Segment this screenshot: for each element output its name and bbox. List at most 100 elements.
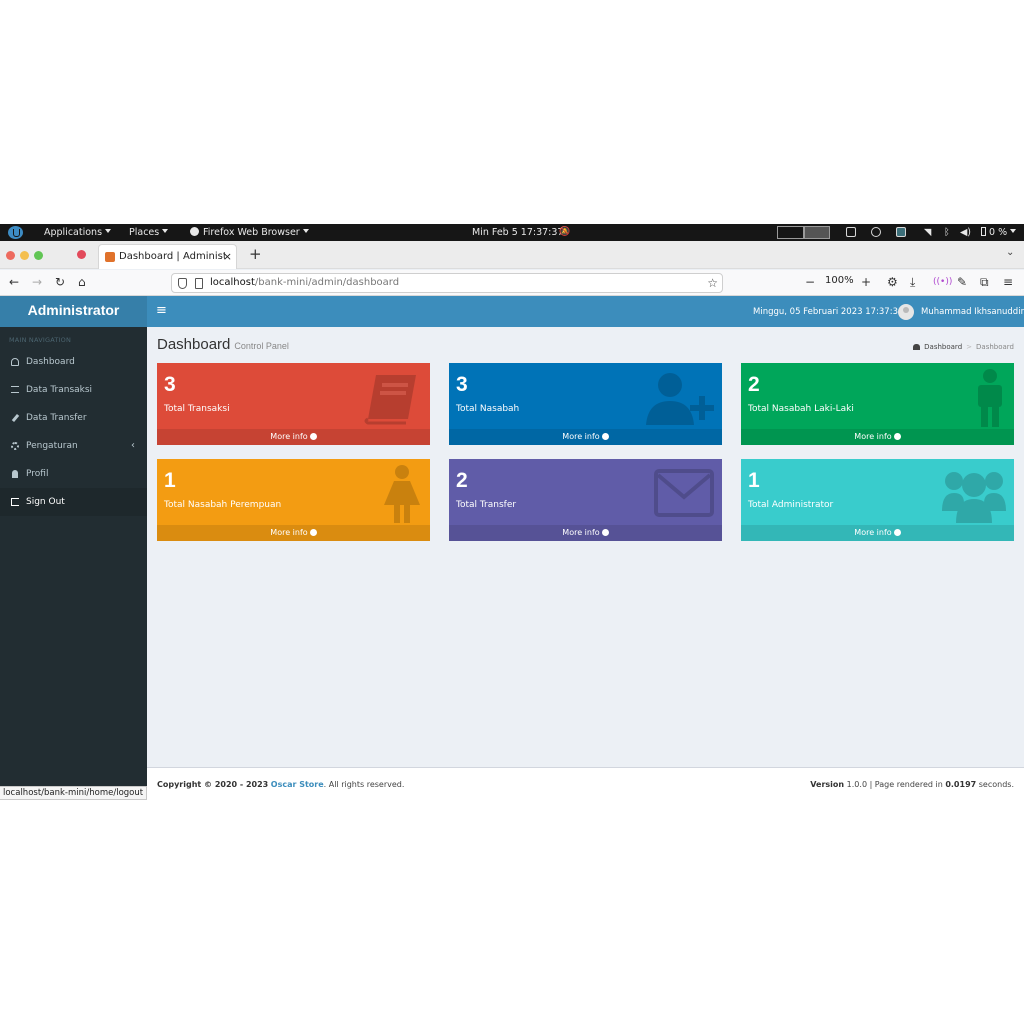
- battery-icon: [981, 227, 986, 236]
- pocket-icon[interactable]: [77, 250, 86, 259]
- window-close-icon[interactable]: [6, 251, 15, 260]
- more-info-link[interactable]: More info: [449, 525, 722, 541]
- stat-label: Total Nasabah Perempuan: [164, 500, 282, 510]
- firefox-app-menu[interactable]: Firefox Web Browser: [190, 226, 309, 239]
- main-footer: Copyright © 2020 - 2023 Oscar Store. All…: [147, 767, 1024, 800]
- sign-out-icon: [11, 498, 19, 506]
- downloads-icon[interactable]: ⤓: [910, 274, 915, 290]
- zoom-out-button[interactable]: −: [805, 274, 815, 290]
- url-bar[interactable]: localhost/bank-mini/admin/dashboard ☆: [171, 273, 723, 293]
- dashboard-icon: [913, 344, 921, 350]
- tab-title: Dashboard | Administrator: [119, 251, 225, 262]
- forward-button[interactable]: →: [32, 274, 42, 290]
- more-info-label: More info: [854, 432, 892, 441]
- clipboard-icon[interactable]: [846, 227, 856, 237]
- tab-dashboard[interactable]: Dashboard | Administrator ×: [98, 244, 237, 269]
- more-info-label: More info: [562, 432, 600, 441]
- shield-icon[interactable]: [178, 278, 187, 289]
- sidebar-item-data-transaksi[interactable]: Data Transaksi: [0, 376, 147, 404]
- sidebar-item-sign-out[interactable]: Sign Out: [0, 488, 147, 516]
- stat-count: 2: [456, 469, 468, 492]
- back-button[interactable]: ←: [9, 274, 19, 290]
- arrow-circle-right-icon: [893, 433, 901, 440]
- applications-label: Applications: [44, 227, 103, 238]
- breadcrumb: Dashboard > Dashboard: [913, 343, 1014, 351]
- bookmark-star-icon[interactable]: ☆: [707, 274, 718, 292]
- brand-link[interactable]: Oscar Store: [271, 780, 324, 789]
- sidebar-header: MAIN NAVIGATION: [9, 336, 72, 344]
- stat-count: 3: [456, 373, 468, 396]
- tab-close-icon[interactable]: ×: [223, 250, 232, 263]
- tray-app-icon[interactable]: [896, 227, 906, 237]
- sidebar-item-dashboard[interactable]: Dashboard: [0, 348, 147, 376]
- clock[interactable]: Min Feb 5 17:37:37: [472, 226, 563, 239]
- dashboard-icon: [11, 358, 19, 366]
- window-maximize-icon[interactable]: [34, 251, 43, 260]
- workspace-2[interactable]: [804, 226, 830, 239]
- browser-app-label: Firefox Web Browser: [203, 227, 300, 238]
- os-logo-icon[interactable]: [8, 226, 23, 239]
- applications-menu[interactable]: Applications: [44, 226, 112, 239]
- page-info-icon[interactable]: [195, 278, 203, 289]
- more-info-link[interactable]: More info: [741, 525, 1014, 541]
- stat-box-total-nasabah: 3 Total Nasabah More info: [449, 363, 722, 445]
- page-title-text: Dashboard: [157, 336, 231, 353]
- admin-app: Administrator ≡ Minggu, 05 Februari 2023…: [0, 296, 1024, 800]
- chevron-down-icon: [1010, 229, 1017, 233]
- window-minimize-icon[interactable]: [20, 251, 29, 260]
- more-info-link[interactable]: More info: [157, 525, 430, 541]
- wifi-icon[interactable]: ◥: [924, 226, 931, 239]
- places-menu[interactable]: Places: [129, 226, 169, 239]
- url-host: localhost: [210, 277, 255, 288]
- more-info-label: More info: [562, 528, 600, 537]
- chevron-down-icon: [302, 229, 309, 233]
- stat-box-total-nasabah-laki-laki: 2 Total Nasabah Laki-Laki More info: [741, 363, 1014, 445]
- extensions-puzzle-icon[interactable]: ⧉: [980, 274, 989, 290]
- new-tab-button[interactable]: +: [249, 245, 262, 263]
- browser-tab-bar: Dashboard | Administrator × + ⌄: [0, 241, 1024, 269]
- avatar[interactable]: [898, 304, 914, 320]
- more-info-label: More info: [854, 528, 892, 537]
- arrow-circle-right-icon: [309, 433, 317, 440]
- stat-box-total-transaksi: 3 Total Transaksi More info: [157, 363, 430, 445]
- breadcrumb-current: Dashboard: [976, 343, 1014, 351]
- volume-icon[interactable]: ◀): [960, 226, 971, 239]
- zoom-in-button[interactable]: +: [861, 274, 871, 290]
- more-info-link[interactable]: More info: [449, 429, 722, 445]
- url-path: /bank-mini/admin/dashboard: [254, 277, 400, 288]
- sidebar-item-profil[interactable]: Profil: [0, 460, 147, 488]
- version-info: Version 1.0.0 | Page rendered in 0.0197 …: [810, 780, 1014, 789]
- sidebar-item-label: Dashboard: [26, 357, 75, 367]
- stat-box-total-nasabah-perempuan: 1 Total Nasabah Perempuan More info: [157, 459, 430, 541]
- home-button[interactable]: ⌂: [78, 274, 86, 290]
- zoom-level[interactable]: 100%: [825, 275, 854, 286]
- sidebar-item-pengaturan[interactable]: Pengaturan ‹: [0, 432, 147, 460]
- workspace-1[interactable]: [777, 226, 804, 239]
- battery-menu[interactable]: 0 %: [981, 226, 1017, 239]
- more-info-link[interactable]: More info: [157, 429, 430, 445]
- whatsapp-icon[interactable]: [871, 227, 881, 237]
- extension-feather-icon[interactable]: ✎: [957, 274, 967, 290]
- envelope-icon: [654, 469, 714, 517]
- reload-button[interactable]: ↻: [55, 274, 65, 290]
- hamburger-menu-icon[interactable]: ≡: [1003, 274, 1013, 290]
- copyright-text: Copyright © 2020 - 2023 Oscar Store. All…: [157, 780, 404, 789]
- female-icon: [384, 465, 420, 523]
- settings-gear-icon[interactable]: ⚙: [887, 274, 898, 290]
- bluetooth-icon[interactable]: ᛒ: [944, 226, 950, 239]
- sidebar-item-data-transfer[interactable]: Data Transfer: [0, 404, 147, 432]
- content-wrapper: Dashboard Control Panel Dashboard > Dashboa…: [147, 327, 1024, 767]
- url-text: localhost/bank-mini/admin/dashboard: [210, 274, 399, 292]
- more-info-link[interactable]: More info: [741, 429, 1014, 445]
- more-info-label: More info: [270, 528, 308, 537]
- stat-label: Total Transfer: [456, 500, 517, 510]
- user-name[interactable]: Muhammad Ikhsanuddin: [921, 307, 1024, 317]
- arrow-circle-right-icon: [309, 529, 317, 536]
- breadcrumb-home-link[interactable]: Dashboard: [924, 343, 962, 351]
- desktop-screen: Applications Places Firefox Web Browser …: [0, 224, 1024, 800]
- tab-list-chevron-icon[interactable]: ⌄: [1006, 247, 1014, 258]
- sidebar-item-label: Profil: [26, 469, 49, 479]
- extension-broadcast-icon[interactable]: ((•)): [933, 274, 952, 290]
- app-logo[interactable]: Administrator: [0, 296, 147, 327]
- sidebar-toggle-button[interactable]: ≡: [156, 303, 167, 318]
